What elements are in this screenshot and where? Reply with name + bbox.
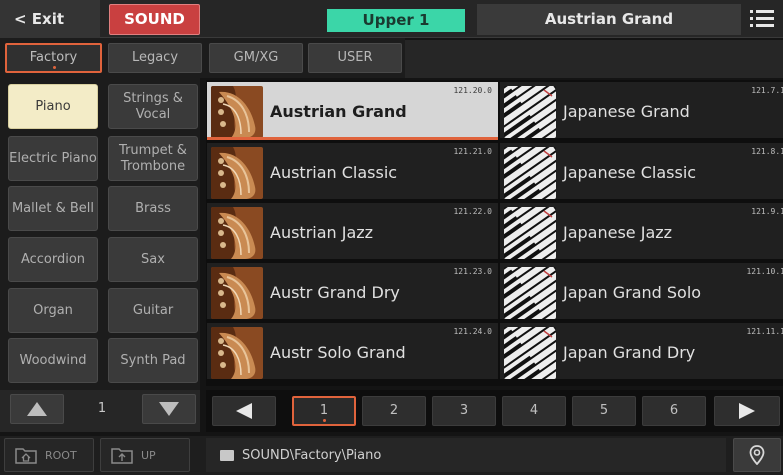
root-button[interactable]: ROOT: [4, 438, 94, 472]
category-organ[interactable]: Organ: [8, 288, 98, 333]
page-button-2[interactable]: 2: [362, 396, 426, 426]
category-electric-piano[interactable]: Electric Piano: [8, 136, 98, 181]
folder-icon: [220, 449, 234, 461]
sound-name: Austrian Grand: [270, 102, 407, 121]
acoustic-piano-icon: [211, 147, 263, 199]
acoustic-piano-icon: [211, 207, 263, 259]
page-button-6[interactable]: 6: [642, 396, 706, 426]
sound-program-number: 121.23.0: [453, 267, 492, 276]
acoustic-piano-icon: [211, 86, 263, 138]
triangle-down-icon: [159, 402, 179, 416]
hamburger-icon[interactable]: [750, 8, 774, 30]
tab-bar-filler: [405, 40, 783, 78]
page-button-4[interactable]: 4: [502, 396, 566, 426]
triangle-up-icon: [27, 402, 47, 416]
triangle-left-icon: [236, 403, 252, 419]
category-page-up-button[interactable]: [10, 394, 64, 424]
category-page-number: 1: [97, 401, 107, 416]
sound-name: Japan Grand Dry: [563, 343, 696, 362]
sound-program-number: 121.11.1: [746, 327, 783, 336]
tab-factory[interactable]: Factory: [5, 43, 102, 73]
sound-program-number: 121.24.0: [453, 327, 492, 336]
sound-name: Austrian Jazz: [270, 223, 374, 242]
keyboard-part-button[interactable]: Upper 1: [327, 9, 465, 32]
sound-name: Austr Grand Dry: [270, 283, 400, 302]
category-sax[interactable]: Sax: [108, 237, 198, 282]
piano-keys-icon: [504, 86, 556, 138]
category-guitar[interactable]: Guitar: [108, 288, 198, 333]
sound-name: Austr Solo Grand: [270, 343, 406, 362]
tab-legacy[interactable]: Legacy: [108, 43, 202, 73]
category-strings-vocal[interactable]: Strings & Vocal: [108, 84, 198, 129]
page-prev-button[interactable]: [212, 396, 276, 426]
up-label: UP: [141, 448, 156, 462]
category-piano[interactable]: Piano: [8, 84, 98, 129]
tab-gm-xg[interactable]: GM/XG: [209, 43, 303, 73]
sound-item[interactable]: Japan Grand Solo 121.10.1: [500, 263, 783, 321]
folder-up-icon: [111, 448, 133, 464]
sound-item[interactable]: Austrian Grand 121.20.0: [207, 82, 498, 140]
current-path: SOUND\Factory\Piano: [206, 438, 726, 472]
acoustic-piano-icon: [211, 327, 263, 379]
location-pin-icon: [749, 445, 765, 465]
sound-name: Japan Grand Solo: [563, 283, 702, 302]
sound-item[interactable]: Austrian Jazz 121.22.0: [207, 203, 498, 261]
category-brass[interactable]: Brass: [108, 186, 198, 231]
page-button-5[interactable]: 5: [572, 396, 636, 426]
page-button-1[interactable]: 1: [292, 396, 356, 426]
category-mallet-bell[interactable]: Mallet & Bell: [8, 186, 98, 231]
up-button[interactable]: UP: [100, 438, 190, 472]
sound-item[interactable]: Japanese Grand 121.7.1: [500, 82, 783, 140]
sound-program-number: 121.10.1: [746, 267, 783, 276]
root-label: ROOT: [45, 448, 77, 462]
exit-button[interactable]: < Exit: [0, 0, 100, 38]
path-text: SOUND\Factory\Piano: [242, 447, 382, 463]
sound-name: Austrian Classic: [270, 163, 398, 182]
triangle-right-icon: [739, 403, 755, 419]
sound-item[interactable]: Japan Grand Dry 121.11.1: [500, 323, 783, 381]
category-page-down-button[interactable]: [142, 394, 196, 424]
page-button-3[interactable]: 3: [432, 396, 496, 426]
sound-item[interactable]: Austr Grand Dry 121.23.0: [207, 263, 498, 321]
folder-home-icon: [15, 448, 37, 464]
sound-mode-button[interactable]: SOUND: [109, 4, 200, 35]
category-woodwind[interactable]: Woodwind: [8, 338, 98, 383]
piano-keys-icon: [504, 267, 556, 319]
sound-program-number: 121.22.0: [453, 207, 492, 216]
sound-name: Japanese Jazz: [563, 223, 673, 242]
location-pin-button[interactable]: [733, 438, 781, 472]
category-synth-pad[interactable]: Synth Pad: [108, 338, 198, 383]
piano-keys-icon: [504, 327, 556, 379]
current-sound-name: Austrian Grand: [477, 4, 741, 35]
sound-item[interactable]: Japanese Classic 121.8.1: [500, 143, 783, 201]
sound-item[interactable]: Japanese Jazz 121.9.1: [500, 203, 783, 261]
sound-name: Japanese Classic: [563, 163, 697, 182]
sound-program-number: 121.20.0: [453, 86, 492, 95]
sound-program-number: 121.9.1: [751, 207, 783, 216]
sound-program-number: 121.21.0: [453, 147, 492, 156]
piano-keys-icon: [504, 207, 556, 259]
piano-keys-icon: [504, 147, 556, 199]
sound-item[interactable]: Austr Solo Grand 121.24.0: [207, 323, 498, 381]
page-next-button[interactable]: [714, 396, 780, 426]
sound-program-number: 121.7.1: [751, 86, 783, 95]
tab-user[interactable]: USER: [308, 43, 402, 73]
category-accordion[interactable]: Accordion: [8, 237, 98, 282]
sound-program-number: 121.8.1: [751, 147, 783, 156]
acoustic-piano-icon: [211, 267, 263, 319]
sound-item[interactable]: Austrian Classic 121.21.0: [207, 143, 498, 201]
category-trumpet-trombone[interactable]: Trumpet & Trombone: [108, 136, 198, 181]
sound-name: Japanese Grand: [563, 102, 690, 121]
